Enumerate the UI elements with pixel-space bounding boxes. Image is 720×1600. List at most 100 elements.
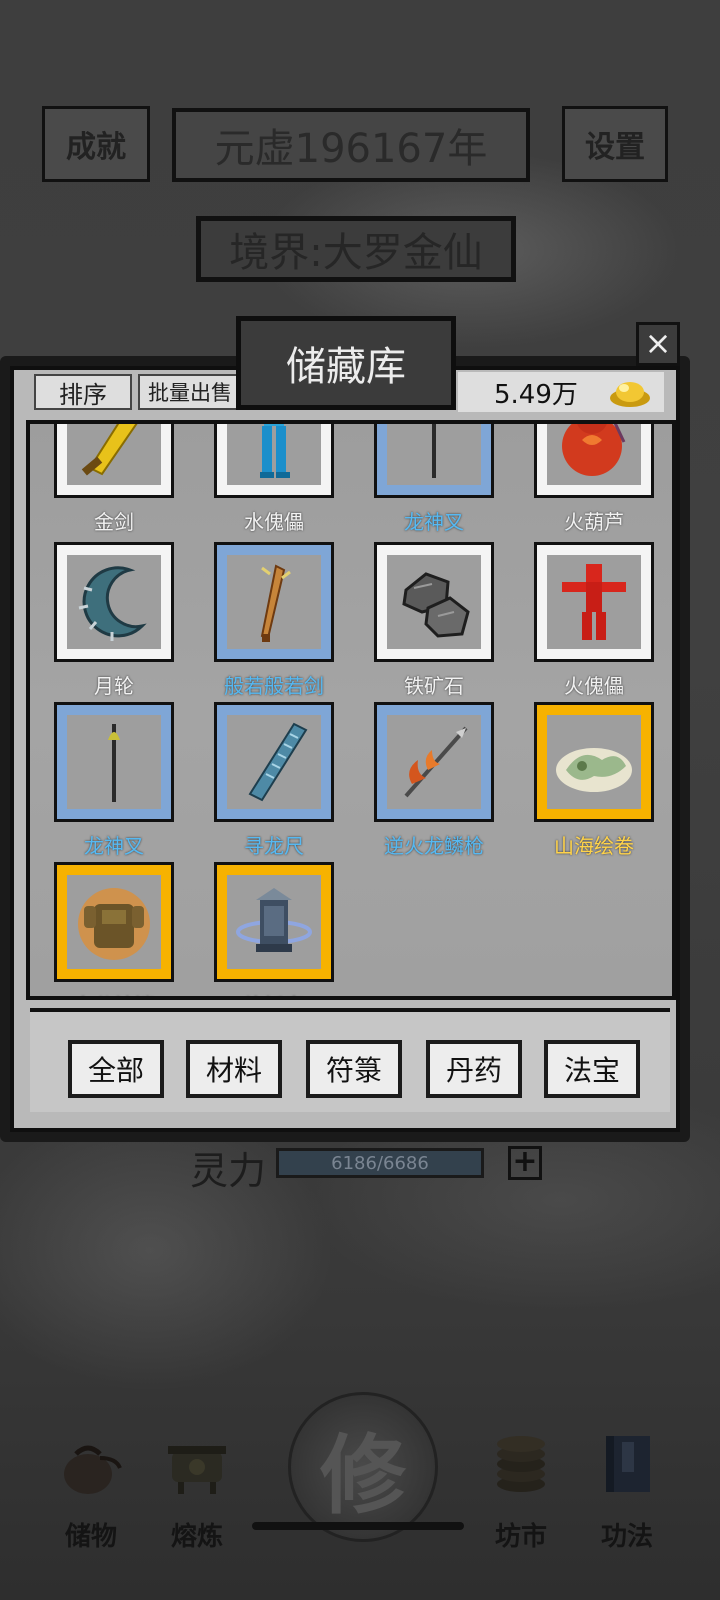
- spirit-bar: 6186/6686: [276, 1148, 484, 1178]
- item-icon-bg: [387, 424, 481, 485]
- nav-cultivate[interactable]: 修: [288, 1392, 438, 1542]
- item-frame: [534, 542, 654, 662]
- item-slot[interactable]: 山海绘卷: [534, 702, 654, 858]
- item-slot[interactable]: 炼妖壶: [214, 862, 334, 996]
- item-icon-bg: [547, 424, 641, 485]
- item-slot[interactable]: 铁矿石: [374, 542, 494, 698]
- item-slot[interactable]: 龙神叉: [54, 702, 174, 858]
- category-tab[interactable]: 丹药: [426, 1040, 522, 1098]
- item-icon-bg: [387, 555, 481, 649]
- item-frame: [214, 862, 334, 982]
- sort-button[interactable]: 排序: [34, 374, 132, 410]
- item-slot[interactable]: 火傀儡: [534, 542, 654, 698]
- nav-market-label: 坊市: [494, 1522, 547, 1552]
- item-slot[interactable]: 月轮: [54, 542, 174, 698]
- item-slot[interactable]: 夸父神铠: [54, 862, 174, 996]
- item-name: 般若般若剑: [224, 674, 324, 698]
- item-name: 炼妖壶: [194, 990, 354, 996]
- item-frame: [374, 702, 494, 822]
- item-frame: [534, 424, 654, 498]
- armor-icon: [78, 888, 150, 960]
- dragon-ruler-icon: [248, 722, 308, 802]
- item-icon-bg: [227, 555, 321, 649]
- achievement-button[interactable]: 成就: [42, 106, 150, 182]
- dragon-spear-icon: [404, 726, 468, 798]
- item-frame: [214, 424, 334, 498]
- demon-pot-icon: [236, 888, 312, 952]
- item-name: 金剑: [94, 510, 134, 534]
- item-slot[interactable]: 水傀儡: [214, 424, 334, 534]
- spirit-add-button[interactable]: +: [508, 1146, 542, 1180]
- book-icon: [606, 1436, 650, 1492]
- item-slot[interactable]: 寻龙尺: [214, 702, 334, 858]
- item-slot[interactable]: 金剑: [54, 424, 174, 534]
- item-name: 夸父神铠: [34, 990, 194, 996]
- item-slot[interactable]: 逆火龙鳞枪: [374, 702, 494, 858]
- category-tab[interactable]: 符箓: [306, 1040, 402, 1098]
- nav-storage-label: 储物: [64, 1522, 117, 1552]
- item-icon-bg: [67, 875, 161, 969]
- coin-value: 5.49万: [494, 379, 578, 410]
- gold-sword-icon: [81, 424, 138, 476]
- item-icon-bg: [227, 875, 321, 969]
- settings-button[interactable]: 设置: [562, 106, 668, 182]
- realm-display: 境界:大罗金仙: [196, 216, 516, 282]
- coin-display: 5.49万: [458, 372, 664, 412]
- iron-ore-icon: [402, 572, 470, 638]
- category-tab[interactable]: 材料: [186, 1040, 282, 1098]
- dialog-title: 储藏库: [236, 316, 456, 410]
- item-icon-bg: [547, 555, 641, 649]
- item-frame: [374, 542, 494, 662]
- item-slot[interactable]: 火葫芦: [534, 424, 654, 534]
- nav-divider: [252, 1522, 464, 1530]
- cauldron-icon: [168, 1446, 226, 1494]
- item-icon-bg: [67, 715, 161, 809]
- nav-market[interactable]: 坊市: [466, 1420, 576, 1580]
- nav-smelt-label: 熔炼: [170, 1522, 223, 1552]
- nav-storage[interactable]: 储物: [36, 1420, 146, 1580]
- item-frame: [534, 702, 654, 822]
- item-name: 龙神叉: [84, 834, 144, 858]
- item-frame: [54, 424, 174, 498]
- nav-skills-label: 功法: [600, 1522, 653, 1552]
- pouch-icon: [64, 1445, 122, 1494]
- item-icon-bg: [67, 424, 161, 485]
- category-tab[interactable]: 全部: [68, 1040, 164, 1098]
- item-name: 火葫芦: [564, 510, 624, 534]
- item-name: 山海绘卷: [554, 834, 634, 858]
- item-slot[interactable]: 般若般若剑: [214, 542, 334, 698]
- item-frame: [54, 862, 174, 982]
- item-name: 龙神叉: [404, 510, 464, 534]
- year-display: 元虚196167年: [172, 108, 530, 182]
- nav-skills[interactable]: 功法: [572, 1420, 682, 1580]
- item-slot[interactable]: 龙神叉: [374, 424, 494, 534]
- moon-wheel-icon: [78, 566, 147, 641]
- gold-ingot-icon: [610, 382, 650, 407]
- category-bar: 全部 材料 符箓 丹药 法宝: [30, 1008, 670, 1112]
- item-icon-bg: [227, 715, 321, 809]
- item-icon-bg: [67, 555, 161, 649]
- item-name: 水傀儡: [244, 510, 304, 534]
- close-button[interactable]: ×: [636, 322, 680, 366]
- category-tab[interactable]: 法宝: [544, 1040, 640, 1098]
- bulk-sell-button[interactable]: 批量出售: [138, 374, 242, 410]
- item-icon-bg: [387, 715, 481, 809]
- item-name: 火傀儡: [564, 674, 624, 698]
- item-frame: [54, 542, 174, 662]
- scroll-icon: [556, 748, 632, 792]
- item-frame: [214, 542, 334, 662]
- coin-stack-icon: [497, 1436, 545, 1492]
- item-name: 逆火龙鳞枪: [384, 834, 484, 858]
- fire-puppet-icon: [562, 564, 626, 640]
- item-icon-bg: [547, 715, 641, 809]
- item-icon-bg: [227, 424, 321, 485]
- item-frame: [374, 424, 494, 498]
- spirit-label: 灵力: [190, 1149, 267, 1193]
- prajna-sword-icon: [260, 564, 291, 642]
- item-frame: [214, 702, 334, 822]
- item-name: 铁矿石: [404, 674, 464, 698]
- nav-smelt[interactable]: 熔炼: [142, 1420, 252, 1580]
- item-name: 寻龙尺: [244, 834, 304, 858]
- water-puppet-icon: [260, 424, 290, 478]
- item-name: 月轮: [94, 674, 134, 698]
